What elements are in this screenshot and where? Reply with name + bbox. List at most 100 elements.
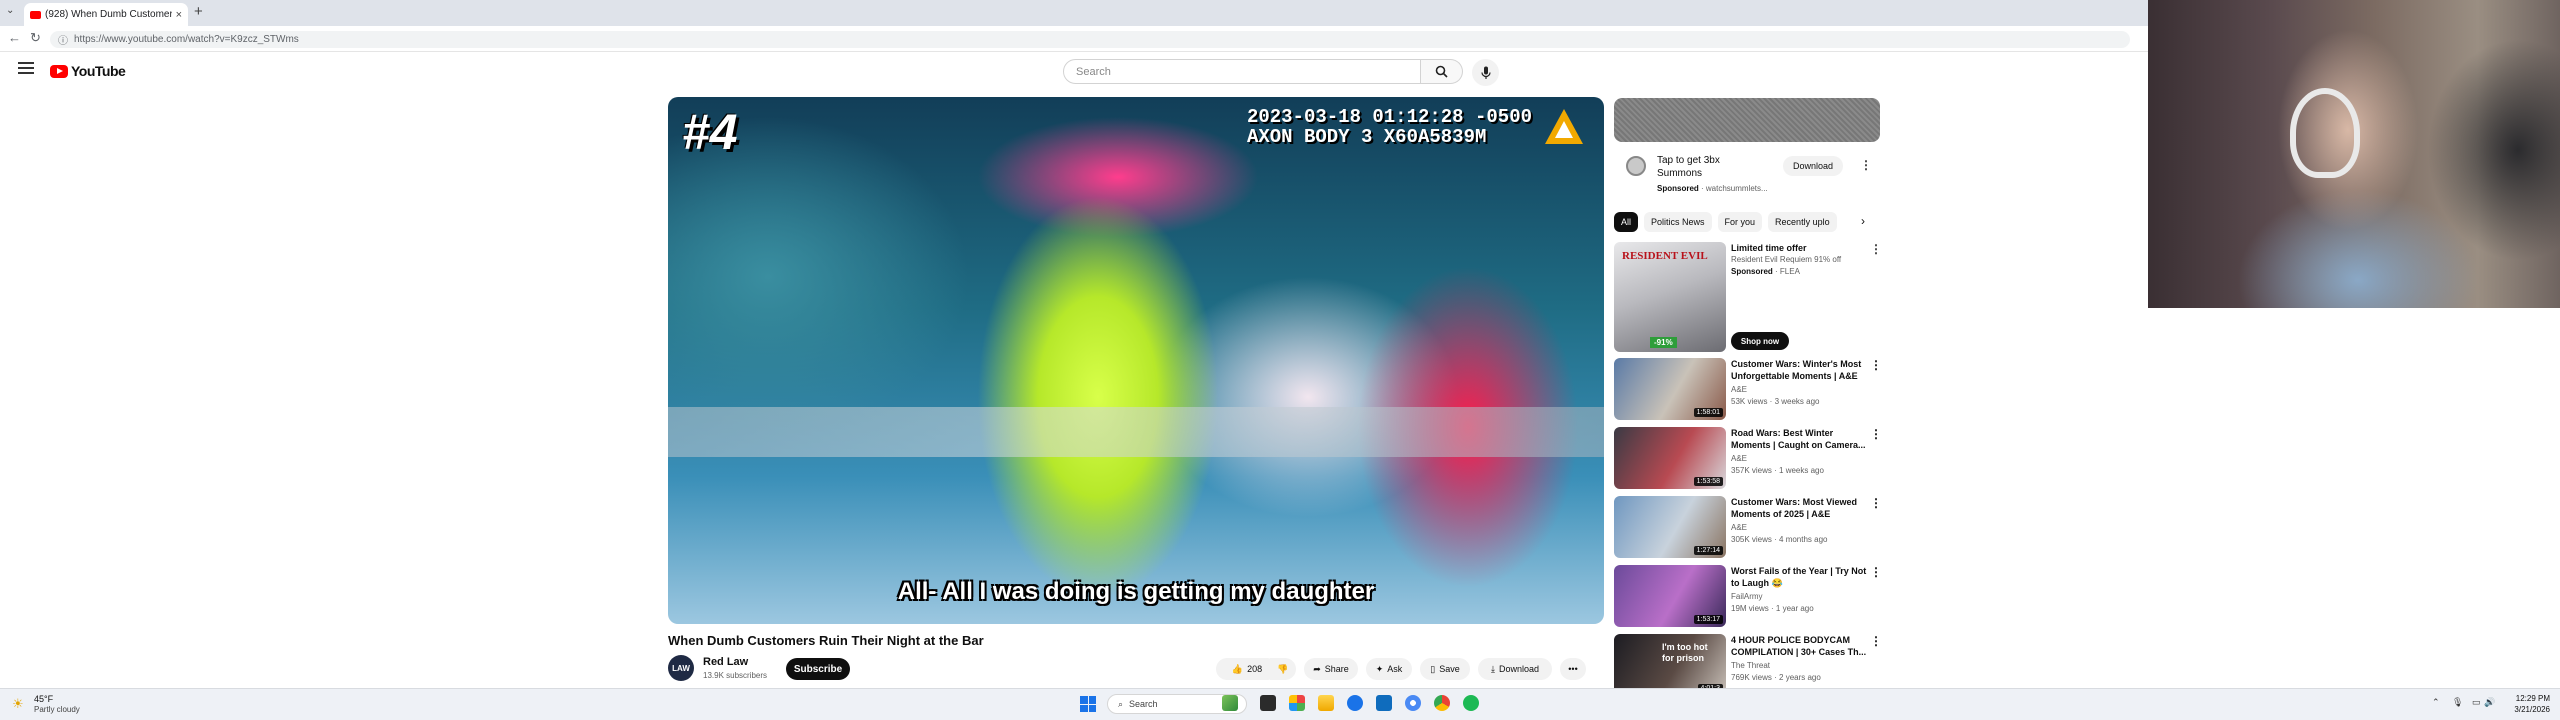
tab-search-chevron-icon[interactable]: ⌄	[6, 5, 14, 16]
tray-microphone-icon[interactable]: 🎙	[2452, 697, 2463, 708]
ad-more-icon[interactable]: ⋮	[1860, 158, 1872, 172]
tab-close-icon[interactable]: ×	[176, 9, 182, 21]
video-player[interactable]: #4 2023-03-18 01:12:28 -0500 AXON BODY 3…	[668, 97, 1604, 624]
bodycam-stamp-line1: 2023-03-18 01:12:28 -0500	[1246, 106, 1532, 128]
ad-title[interactable]: Tap to get 3bx Summons	[1657, 154, 1747, 180]
tab-title: (928) When Dumb Customers	[45, 9, 172, 20]
video-frame-background	[668, 407, 1604, 457]
save-button[interactable]: ▯ Save	[1420, 658, 1470, 680]
taskbar-spotify-icon[interactable]	[1463, 695, 1479, 711]
more-actions-button[interactable]: •••	[1560, 658, 1586, 680]
recommendation-meta: 19M views · 1 year ago	[1731, 604, 1814, 613]
taskbar-chrome-icon[interactable]	[1405, 695, 1421, 711]
save-label: Save	[1439, 664, 1460, 674]
promo-title[interactable]: Limited time offer	[1731, 242, 1871, 254]
shop-now-button[interactable]: Shop now	[1731, 332, 1789, 350]
promo-advertiser: · FLEA	[1775, 267, 1800, 276]
promo-thumbnail[interactable]: RESIDENT EVIL -91%	[1614, 242, 1726, 352]
youtube-logo[interactable]: YouTube	[50, 63, 126, 79]
taskbar-file-explorer-icon[interactable]	[1318, 695, 1334, 711]
chip-recently-uploaded[interactable]: Recently uplo	[1768, 212, 1837, 232]
address-field[interactable]: ⓘ https://www.youtube.com/watch?v=K9zcz_…	[50, 31, 2130, 48]
taskbar-chrome-profile-icon[interactable]	[1434, 695, 1450, 711]
recommendation-thumbnail[interactable]: I'm too hot for prison4:01:3	[1614, 634, 1726, 696]
share-button[interactable]: ➦ Share	[1304, 658, 1358, 680]
video-overlay-rank: #4	[682, 104, 738, 160]
browser-tab-active[interactable]: (928) When Dumb Customers ×	[24, 3, 188, 26]
start-button[interactable]	[1080, 696, 1096, 712]
recommendation-thumbnail[interactable]: 1:53:58	[1614, 427, 1726, 489]
windows-taskbar	[0, 688, 2560, 720]
download-icon: ⤓	[1490, 663, 1495, 674]
tray-chevron-up-icon[interactable]: ⌃	[2432, 697, 2440, 708]
new-tab-button[interactable]: +	[194, 3, 203, 20]
download-button[interactable]: ⤓ Download	[1478, 658, 1552, 680]
thumbs-up-icon: 👍	[1231, 663, 1244, 674]
taskbar-task-view-icon[interactable]	[1260, 695, 1276, 711]
tray-network-icon[interactable]: ▭	[2472, 697, 2481, 708]
promo-more-icon[interactable]: ⋮	[1870, 242, 1882, 256]
recommendation-more-icon[interactable]: ⋮	[1870, 634, 1882, 648]
ad-sponsored-line: Sponsored · watchsummlets...	[1657, 184, 1768, 193]
ad-download-button[interactable]: Download	[1783, 156, 1843, 176]
taskbar-store-icon[interactable]	[1376, 695, 1392, 711]
voice-search-button[interactable]	[1472, 59, 1499, 86]
search-input[interactable]: Search	[1063, 59, 1421, 84]
ad-sponsored-label: Sponsored	[1657, 184, 1699, 193]
like-button[interactable]: 👍 208	[1216, 658, 1278, 680]
webcam-headphones-highlight	[2290, 88, 2360, 178]
recommendation-title[interactable]: Worst Fails of the Year | Try Not to Lau…	[1731, 565, 1871, 589]
reload-icon[interactable]: ↻	[30, 30, 41, 46]
recommendation-duration: 1:53:17	[1693, 615, 1723, 624]
microphone-icon	[1480, 66, 1491, 79]
recommendation-more-icon[interactable]: ⋮	[1870, 565, 1882, 579]
recommendation-more-icon[interactable]: ⋮	[1870, 496, 1882, 510]
channel-avatar[interactable]: LAW	[668, 655, 694, 681]
taskbar-widget-app-icon[interactable]	[1222, 695, 1238, 711]
weather-sun-cloud-icon[interactable]: ☀	[12, 696, 24, 712]
ask-button[interactable]: ✦ Ask	[1366, 658, 1412, 680]
bodycam-stamp-line2: AXON BODY 3 X60A5839M	[1246, 126, 1487, 148]
recommendation-thumbnail[interactable]: 1:27:14	[1614, 496, 1726, 558]
chevron-right-icon[interactable]: ›	[1861, 214, 1865, 228]
recommendation-thumbnail[interactable]: 1:58:01	[1614, 358, 1726, 420]
share-label: Share	[1324, 664, 1349, 674]
video-caption: All- All I was doing is getting my daugh…	[897, 578, 1375, 605]
promo-sponsored-label: Sponsored	[1731, 267, 1773, 276]
recommendation-meta: 769K views · 2 years ago	[1731, 673, 1821, 682]
youtube-favicon-icon	[30, 10, 41, 19]
taskbar-copilot-icon[interactable]	[1289, 695, 1305, 711]
clock-date[interactable]: 3/21/2026	[2492, 705, 2550, 714]
clock-time[interactable]: 12:29 PM	[2492, 694, 2550, 703]
recommendation-more-icon[interactable]: ⋮	[1870, 427, 1882, 441]
guide-menu-icon[interactable]	[18, 62, 34, 74]
recommendation-title[interactable]: Road Wars: Best Winter Moments | Caught …	[1731, 427, 1871, 451]
recommendation-channel[interactable]: FailArmy	[1731, 592, 1763, 601]
channel-name[interactable]: Red Law	[703, 656, 748, 668]
recommendation-meta: 305K views · 4 months ago	[1731, 535, 1828, 544]
dislike-button[interactable]: 👎	[1270, 658, 1296, 680]
recommendation-channel[interactable]: A&E	[1731, 454, 1747, 463]
recommendation-title[interactable]: 4 HOUR POLICE BODYCAM COMPILATION | 30+ …	[1731, 634, 1871, 658]
site-info-icon[interactable]: ⓘ	[58, 32, 68, 47]
back-arrow-icon[interactable]: ←	[8, 30, 21, 45]
taskbar-edge-icon[interactable]	[1347, 695, 1363, 711]
chip-all[interactable]: All	[1614, 212, 1639, 232]
recommendation-more-icon[interactable]: ⋮	[1870, 358, 1882, 372]
recommendation-channel[interactable]: A&E	[1731, 385, 1747, 394]
ad-banner-image[interactable]	[1614, 98, 1880, 142]
youtube-logo-text: YouTube	[71, 63, 126, 79]
recommendation-title[interactable]: Customer Wars: Winter's Most Unforgettab…	[1731, 358, 1871, 382]
ad-advertiser: · watchsummlets...	[1701, 184, 1768, 193]
subscribe-button[interactable]: Subscribe	[786, 658, 850, 680]
weather-temperature[interactable]: 45°F	[34, 694, 53, 704]
url-text: https://www.youtube.com/watch?v=K9zcz_ST…	[74, 34, 299, 45]
recommendation-duration: 1:53:58	[1693, 477, 1723, 486]
recommendation-thumbnail[interactable]: 1:53:17	[1614, 565, 1726, 627]
recommendation-channel[interactable]: The Threat	[1731, 661, 1770, 670]
recommendation-title[interactable]: Customer Wars: Most Viewed Moments of 20…	[1731, 496, 1871, 520]
recommendation-channel[interactable]: A&E	[1731, 523, 1747, 532]
chip-for-you[interactable]: For you	[1717, 212, 1763, 232]
search-button[interactable]	[1421, 59, 1463, 84]
chip-politics-news[interactable]: Politics News	[1644, 212, 1712, 232]
